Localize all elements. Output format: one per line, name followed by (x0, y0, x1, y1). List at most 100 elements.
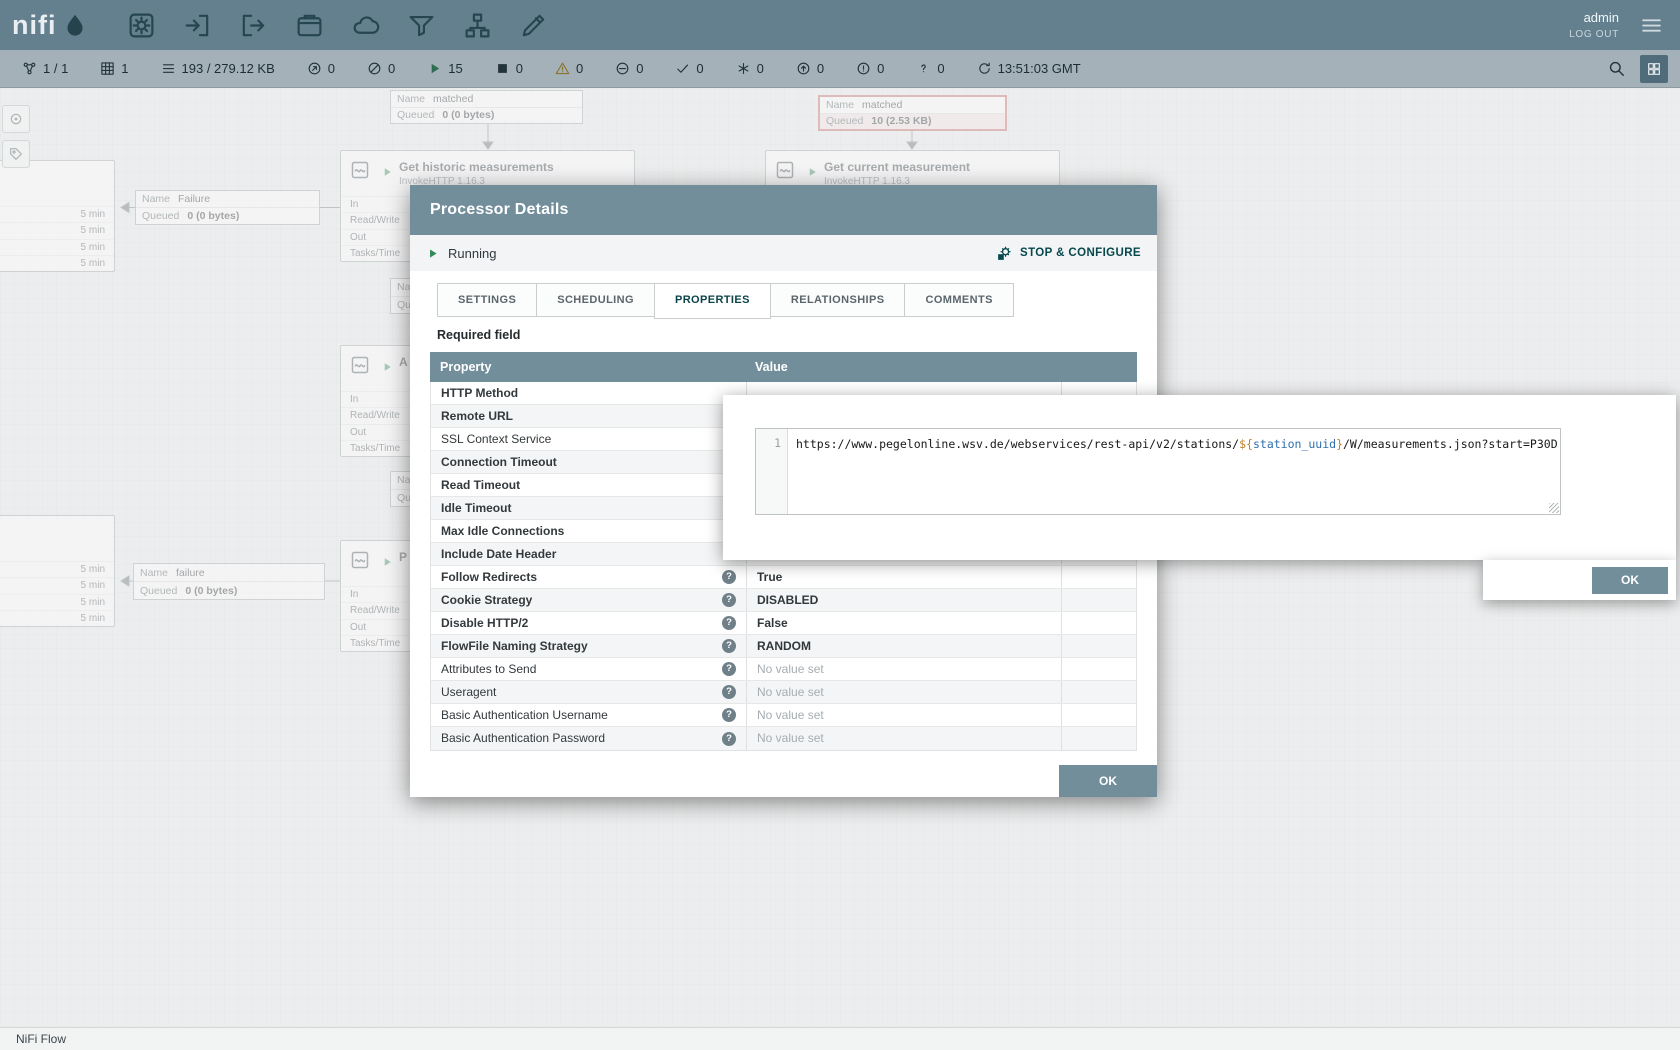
template-icon[interactable] (463, 11, 492, 40)
status-value: 0 (817, 61, 824, 76)
help-icon[interactable]: ? (722, 708, 736, 722)
help-icon[interactable]: ? (722, 639, 736, 653)
processor-icon[interactable] (127, 11, 156, 40)
refresh-status[interactable]: 13:51:03 GMT (977, 61, 1081, 76)
processor-title: A (399, 355, 408, 369)
breadcrumb-bar: NiFi Flow (0, 1027, 1680, 1050)
property-name: HTTP Method (441, 382, 518, 405)
value-editor[interactable]: 1 https://www.pegelonline.wsv.de/webserv… (755, 428, 1561, 515)
property-extra-cell (1061, 727, 1136, 750)
property-row: Follow Redirects?True (431, 566, 1136, 589)
process-group-icon[interactable] (295, 11, 324, 40)
run-status-icon (381, 360, 393, 372)
processor-type-icon (350, 355, 370, 375)
status-value: 193 / 279.12 KB (182, 61, 275, 76)
property-name-cell: Basic Authentication Username? (431, 704, 746, 726)
circle-icon (8, 111, 24, 127)
processor-partial-left-2[interactable]: 5 min 5 min 5 min 5 min (0, 515, 115, 627)
property-value[interactable]: False (746, 612, 1061, 634)
property-value[interactable]: No value set (746, 658, 1061, 680)
property-name: Idle Timeout (441, 497, 511, 520)
sync-failure-icon (916, 61, 931, 76)
invalid-icon (555, 61, 570, 76)
transmitting-icon (307, 61, 322, 76)
status-value: 0 (576, 61, 583, 76)
connection-label-matched-1[interactable]: Namematched Queued0 (0 bytes) (390, 90, 583, 124)
remote-process-group-icon[interactable] (351, 11, 380, 40)
tag-tool-button[interactable] (2, 140, 30, 168)
processor-title: P (399, 550, 407, 564)
property-name-cell: Remote URL (431, 405, 746, 427)
property-value[interactable]: No value set (746, 704, 1061, 726)
breadcrumb[interactable]: NiFi Flow (0, 1032, 66, 1046)
help-icon[interactable]: ? (722, 662, 736, 676)
stop-and-configure-button[interactable]: STOP & CONFIGURE (996, 245, 1141, 262)
tab-comments[interactable]: COMMENTS (904, 283, 1013, 317)
help-icon[interactable]: ? (722, 732, 736, 746)
connection-label-matched-2[interactable]: Namematched Queued10 (2.53 KB) (818, 95, 1007, 131)
run-status-icon (381, 165, 393, 177)
tab-scheduling[interactable]: SCHEDULING (536, 283, 655, 317)
property-value[interactable]: True (746, 566, 1061, 588)
property-value[interactable]: No value set (746, 681, 1061, 703)
queue-status: 193 / 279.12 KB (161, 61, 275, 76)
property-column-header: Property (430, 352, 745, 382)
connection-label-failure-1[interactable]: NameFailure Queued0 (0 bytes) (135, 190, 320, 225)
up-to-date-icon (675, 61, 690, 76)
property-row: Useragent?No value set (431, 681, 1136, 704)
property-name: Basic Authentication Username (441, 704, 608, 727)
dialog-ok-button[interactable]: OK (1059, 765, 1157, 797)
status-value: 0 (636, 61, 643, 76)
logout-link[interactable]: LOG OUT (1569, 29, 1619, 40)
tab-relationships[interactable]: RELATIONSHIPS (770, 283, 906, 317)
processor-type-icon (350, 160, 370, 180)
search-icon[interactable] (1607, 59, 1626, 78)
property-value[interactable]: DISABLED (746, 589, 1061, 611)
output-port-icon[interactable] (239, 11, 268, 40)
property-row: Disable HTTP/2? False (431, 612, 1136, 635)
property-name: SSL Context Service (441, 428, 551, 451)
property-name-cell: Read Timeout (431, 474, 746, 496)
property-name-cell: Idle Timeout (431, 497, 746, 519)
circle-tool-button[interactable] (2, 105, 30, 133)
property-name: Disable HTTP/2 (441, 612, 528, 635)
tab-properties[interactable]: PROPERTIES (654, 283, 771, 319)
editor-text[interactable]: https://www.pegelonline.wsv.de/webservic… (788, 429, 1560, 514)
run-status-icon (806, 165, 818, 177)
help-icon[interactable]: ? (722, 570, 736, 584)
processor-partial-left-1[interactable]: 5 min 5 min 5 min 5 min (0, 160, 115, 272)
property-name-cell: SSL Context Service (431, 428, 746, 450)
user-block: admin LOG OUT (1569, 10, 1619, 40)
input-port-icon[interactable] (183, 11, 212, 40)
settings-button[interactable] (1640, 55, 1668, 83)
label-icon[interactable] (519, 11, 548, 40)
hamburger-menu-icon[interactable] (1639, 13, 1664, 38)
processor-title: Get historic measurements (399, 160, 554, 174)
help-icon[interactable]: ? (722, 616, 736, 630)
help-icon[interactable]: ? (722, 685, 736, 699)
property-name: FlowFile Naming Strategy (441, 635, 588, 658)
property-value[interactable]: No value set (746, 727, 1061, 750)
property-row: Basic Authentication Username?No value s… (431, 704, 1136, 727)
funnel-icon[interactable] (407, 11, 436, 40)
el-variable: station_uuid (1253, 437, 1336, 451)
property-name-cell: Attributes to Send? (431, 658, 746, 680)
resize-handle[interactable] (1549, 503, 1559, 513)
not-transmitting-status: 0 (367, 61, 395, 76)
tab-settings[interactable]: SETTINGS (437, 283, 537, 317)
not-transmitting-icon (367, 61, 382, 76)
editor-ok-bar: OK (1483, 560, 1676, 600)
locally-modified-status: 0 (736, 61, 764, 76)
status-value: 0 (516, 61, 523, 76)
property-row: FlowFile Naming Strategy? RANDOM (431, 635, 1136, 658)
stale-icon (796, 61, 811, 76)
property-extra-cell (1061, 635, 1136, 657)
property-name: Attributes to Send (441, 658, 536, 681)
tag-icon (8, 146, 24, 162)
connection-label-failure-2[interactable]: Namefailure Queued0 (0 bytes) (133, 563, 325, 600)
help-icon[interactable]: ? (722, 593, 736, 607)
editor-ok-button[interactable]: OK (1592, 567, 1668, 594)
run-status-text: Running (448, 246, 496, 261)
property-value[interactable]: RANDOM (746, 635, 1061, 657)
status-value: 0 (696, 61, 703, 76)
